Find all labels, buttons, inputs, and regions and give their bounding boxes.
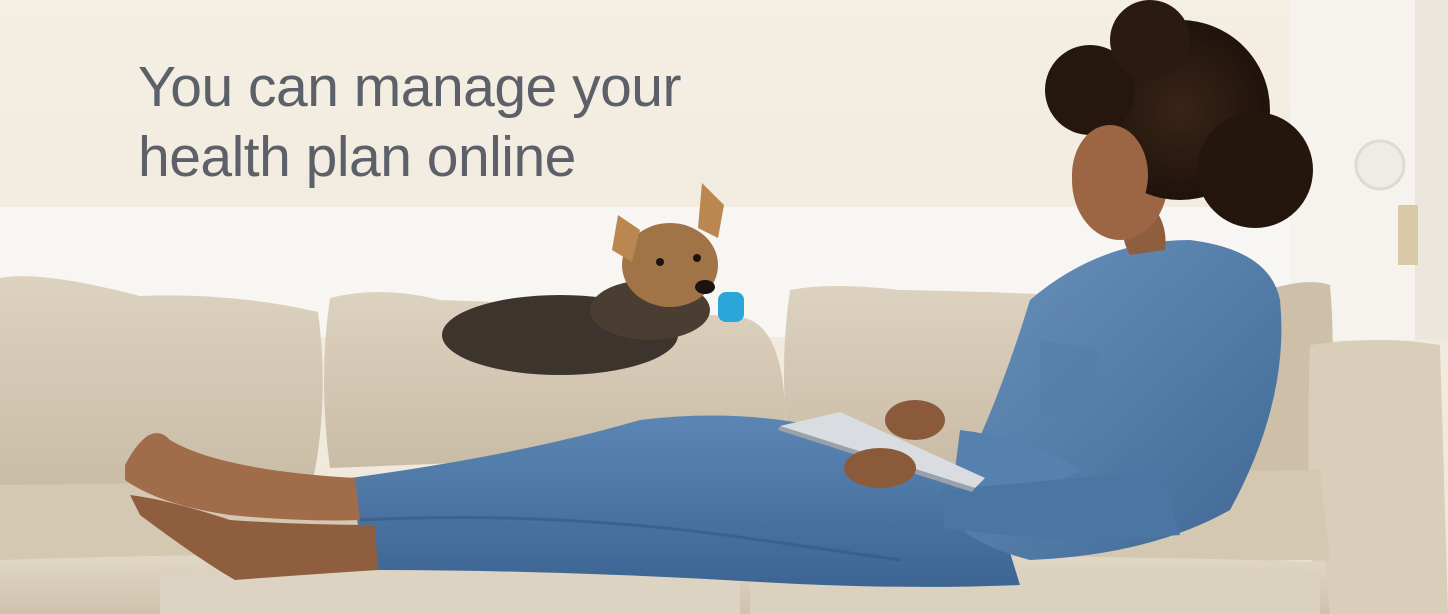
hero-headline: You can manage your health plan online [138,52,681,192]
headline-line-1: You can manage your [138,55,681,119]
hero-banner: You can manage your health plan online [0,0,1448,614]
headline-line-2: health plan online [138,125,576,189]
